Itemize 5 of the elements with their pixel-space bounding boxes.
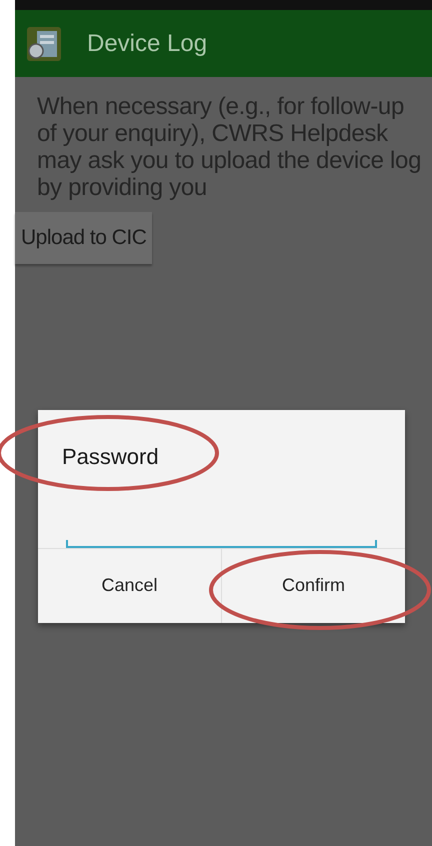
- app-bar-title: Device Log: [87, 28, 208, 58]
- dialog-button[interactable]: Confirm: [221, 548, 405, 623]
- app-logo-icon: [25, 24, 63, 62]
- dialog-title: Password: [62, 444, 159, 469]
- dialog-button[interactable]: Cancel: [38, 548, 221, 623]
